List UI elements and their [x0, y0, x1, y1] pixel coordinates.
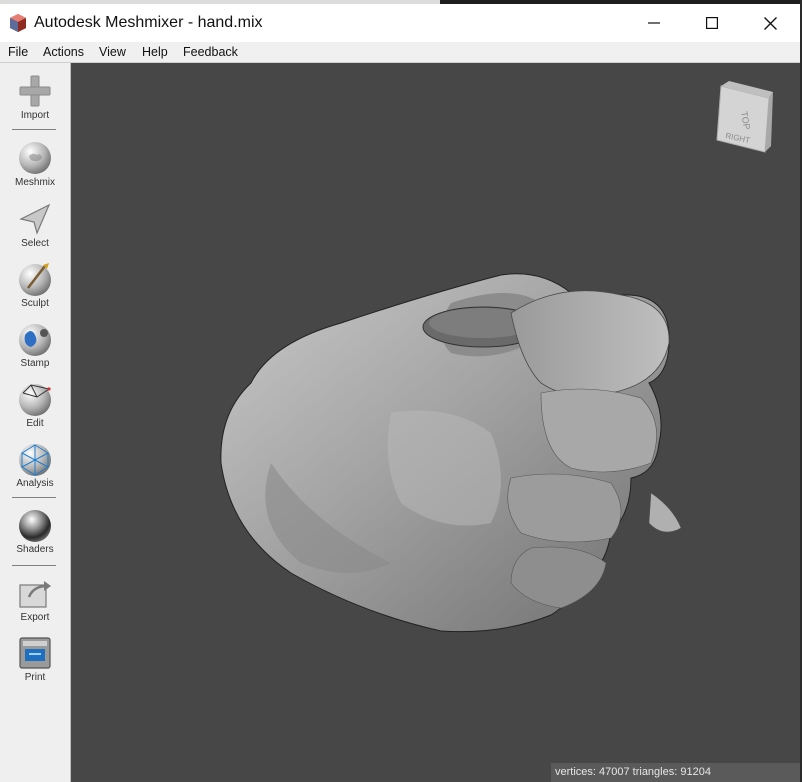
3d-viewport[interactable]: TOP RIGHT vertices: 47007 triangles: 912… — [71, 63, 800, 782]
close-button[interactable] — [741, 4, 799, 42]
bunny-sphere-icon — [19, 142, 51, 174]
toolbar-divider — [12, 129, 56, 130]
maximize-button[interactable] — [683, 4, 741, 42]
app-window: Autodesk Meshmixer - hand.mix File Actio… — [0, 4, 800, 782]
import-label: Import — [20, 110, 50, 121]
analysis-label: Analysis — [16, 478, 54, 489]
minimize-icon — [648, 22, 660, 24]
close-icon — [763, 16, 777, 30]
hand-mesh-model[interactable] — [211, 263, 681, 643]
chrome-sphere-icon — [19, 510, 51, 542]
title-bar[interactable]: Autodesk Meshmixer - hand.mix — [0, 4, 800, 42]
stamp-sphere-icon — [19, 324, 51, 356]
sculpt-label: Sculpt — [21, 298, 49, 309]
meshmixer-logo-icon — [10, 14, 26, 32]
meshmix-button[interactable]: Meshmix — [0, 140, 70, 188]
shaders-label: Shaders — [16, 544, 54, 555]
toolbar-divider — [12, 565, 56, 566]
minimize-button[interactable] — [625, 4, 683, 42]
tool-sidebar: Import Meshmix Select Sculpt Stamp Edit … — [0, 63, 71, 782]
analysis-mesh-icon — [19, 444, 51, 476]
import-button[interactable]: Import — [0, 73, 70, 121]
menu-feedback[interactable]: Feedback — [183, 45, 238, 59]
print-label: Print — [24, 672, 46, 683]
stamp-button[interactable]: Stamp — [0, 321, 70, 369]
analysis-button[interactable]: Analysis — [0, 441, 70, 489]
view-cube[interactable]: TOP RIGHT — [711, 78, 775, 158]
menu-help[interactable]: Help — [142, 45, 168, 59]
menu-bar: File Actions View Help Feedback — [0, 42, 800, 63]
mesh-stats-status: vertices: 47007 triangles: 91204 — [551, 763, 800, 782]
meshmix-label: Meshmix — [14, 177, 55, 188]
wireframe-sphere-icon — [19, 384, 51, 416]
menu-actions[interactable]: Actions — [43, 45, 84, 59]
select-button[interactable]: Select — [0, 201, 70, 249]
brush-sphere-icon — [19, 263, 51, 296]
edit-label: Edit — [26, 418, 44, 429]
shaders-button[interactable]: Shaders — [0, 507, 70, 555]
toolbar-divider — [12, 497, 56, 498]
export-box-icon — [19, 581, 51, 608]
print-button[interactable]: Print — [0, 635, 70, 683]
select-label: Select — [21, 238, 49, 249]
plus-icon — [19, 75, 51, 107]
printer-icon — [19, 637, 51, 669]
export-button[interactable]: Export — [0, 575, 70, 623]
stamp-label: Stamp — [20, 358, 50, 369]
edit-button[interactable]: Edit — [0, 381, 70, 429]
maximize-icon — [706, 17, 718, 29]
window-title: Autodesk Meshmixer - hand.mix — [34, 14, 263, 31]
menu-file[interactable]: File — [8, 45, 28, 59]
menu-view[interactable]: View — [99, 45, 126, 59]
export-label: Export — [20, 612, 50, 623]
cursor-arrow-icon — [19, 203, 51, 235]
sculpt-button[interactable]: Sculpt — [0, 261, 70, 309]
